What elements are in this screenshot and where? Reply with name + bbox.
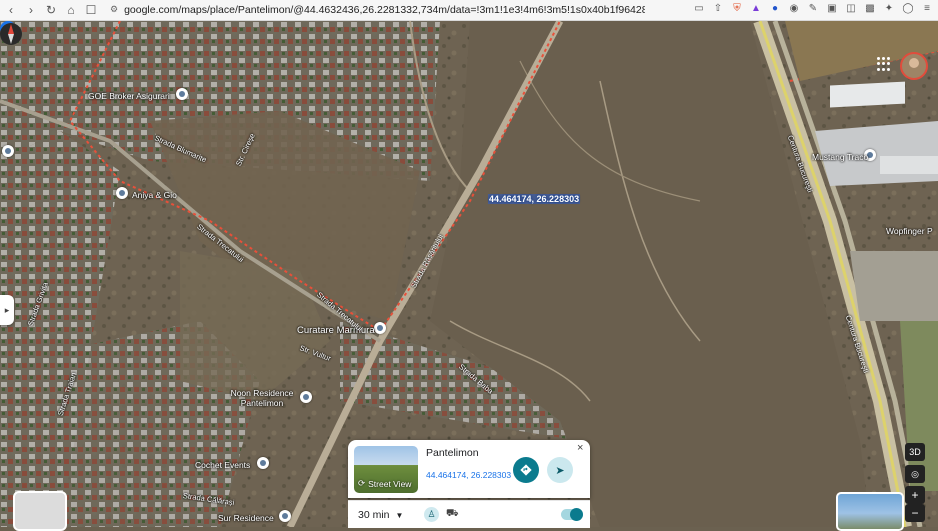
travel-time-toggle[interactable] — [561, 508, 583, 521]
expand-side-panel-button[interactable]: ▸ — [0, 295, 14, 325]
place-marker-icon[interactable] — [374, 322, 386, 334]
pin-coordinates-label: 44.464174, 26.228303 — [488, 194, 581, 204]
place-label[interactable]: Wopfinger P — [886, 226, 933, 236]
wallet-icon[interactable]: ▩ — [863, 1, 877, 15]
reload-icon[interactable]: ↻ — [42, 1, 60, 19]
extensions-puzzle-icon[interactable]: ✎ — [806, 1, 820, 15]
zoom-out-button[interactable]: − — [905, 504, 925, 522]
place-label[interactable]: Noon Residence Pantelimon — [230, 388, 294, 408]
driving-mode-icon[interactable]: ⛟ — [446, 508, 459, 521]
travel-time-select[interactable]: 30 min ▼ — [358, 509, 403, 521]
street-view-label[interactable]: ⟳ Street View — [358, 478, 411, 489]
chevron-down-icon: ▼ — [395, 511, 404, 520]
account-avatar[interactable] — [900, 52, 928, 80]
place-label[interactable]: Mustang Traco — [812, 152, 868, 162]
directions-button[interactable] — [513, 457, 539, 483]
street-view-thumbnail[interactable]: ⟳ Street View — [354, 446, 418, 493]
extensions-area: ▭ ⇧ ⛨ ▲ ● ◉ ✎ ▣ ◫ ▩ ✦ ◯ ≡ — [692, 1, 934, 15]
place-marker-icon[interactable] — [279, 510, 291, 522]
forward-icon[interactable]: › — [22, 1, 40, 19]
place-label[interactable]: Cochet Events — [195, 460, 250, 470]
place-label[interactable]: Sur Residence — [218, 513, 274, 523]
place-marker-icon[interactable] — [116, 187, 128, 199]
bookmark-icon[interactable]: ☐ — [82, 1, 100, 19]
extension-badge-icon[interactable]: ● — [768, 1, 782, 15]
compass-icon[interactable] — [0, 21, 22, 47]
google-apps-icon[interactable] — [877, 57, 891, 71]
cast-icon[interactable]: ▭ — [692, 1, 706, 15]
screenshot-icon[interactable]: ▣ — [825, 1, 839, 15]
directions-icon — [520, 464, 532, 476]
place-title[interactable]: Pantelimon — [426, 447, 479, 459]
translate-icon[interactable]: ◉ — [787, 1, 801, 15]
place-marker-icon[interactable] — [176, 88, 188, 100]
share-page-icon[interactable]: ⇧ — [711, 1, 725, 15]
brave-shield-icon[interactable]: ⛨ — [730, 1, 744, 15]
place-label[interactable]: GOE Broker Asigurari — [88, 91, 170, 101]
zoom-in-button[interactable]: + — [905, 486, 925, 504]
url-text: google.com/maps/place/Pantelimon/@44.463… — [124, 3, 645, 16]
layers-thumbnail[interactable] — [836, 492, 904, 531]
travel-time-bar: 30 min ▼ ♙ ⛟ — [348, 500, 590, 528]
place-coordinates[interactable]: 44.464174, 26.228303 — [426, 470, 511, 480]
menu-icon[interactable]: ≡ — [920, 1, 934, 15]
site-info-icon[interactable]: ⚙ — [110, 4, 118, 15]
place-marker-icon[interactable] — [257, 457, 269, 469]
street-view-icon: ⟳ — [358, 478, 366, 488]
close-card-button[interactable]: × — [577, 442, 583, 454]
leo-ai-icon[interactable]: ✦ — [882, 1, 896, 15]
home-icon[interactable]: ⌂ — [62, 1, 80, 19]
sidebar-icon[interactable]: ◫ — [844, 1, 858, 15]
back-icon[interactable]: ‹ — [2, 1, 20, 19]
rewards-icon[interactable]: ▲ — [749, 1, 763, 15]
address-bar[interactable]: ⚙ google.com/maps/place/Pantelimon/@44.4… — [110, 2, 645, 17]
browser-toolbar: ‹ › ↻ ⌂ ☐ ⚙ google.com/maps/place/Pantel… — [0, 0, 938, 21]
place-label[interactable]: Aniya & Gio — [132, 190, 177, 200]
view-3d-button[interactable]: 3D — [905, 443, 925, 461]
vpn-icon[interactable]: ◯ — [901, 1, 915, 15]
share-button[interactable]: ➤ — [547, 457, 573, 483]
my-location-icon[interactable]: ◎ — [905, 465, 925, 483]
walking-mode-icon[interactable]: ♙ — [424, 507, 439, 522]
place-marker-icon[interactable] — [300, 391, 312, 403]
share-icon: ➤ — [555, 464, 565, 477]
place-marker-icon[interactable] — [2, 145, 14, 157]
map-type-toggle[interactable] — [13, 491, 67, 531]
place-info-card: ⟳ Street View Pantelimon 44.464174, 26.2… — [348, 440, 590, 498]
